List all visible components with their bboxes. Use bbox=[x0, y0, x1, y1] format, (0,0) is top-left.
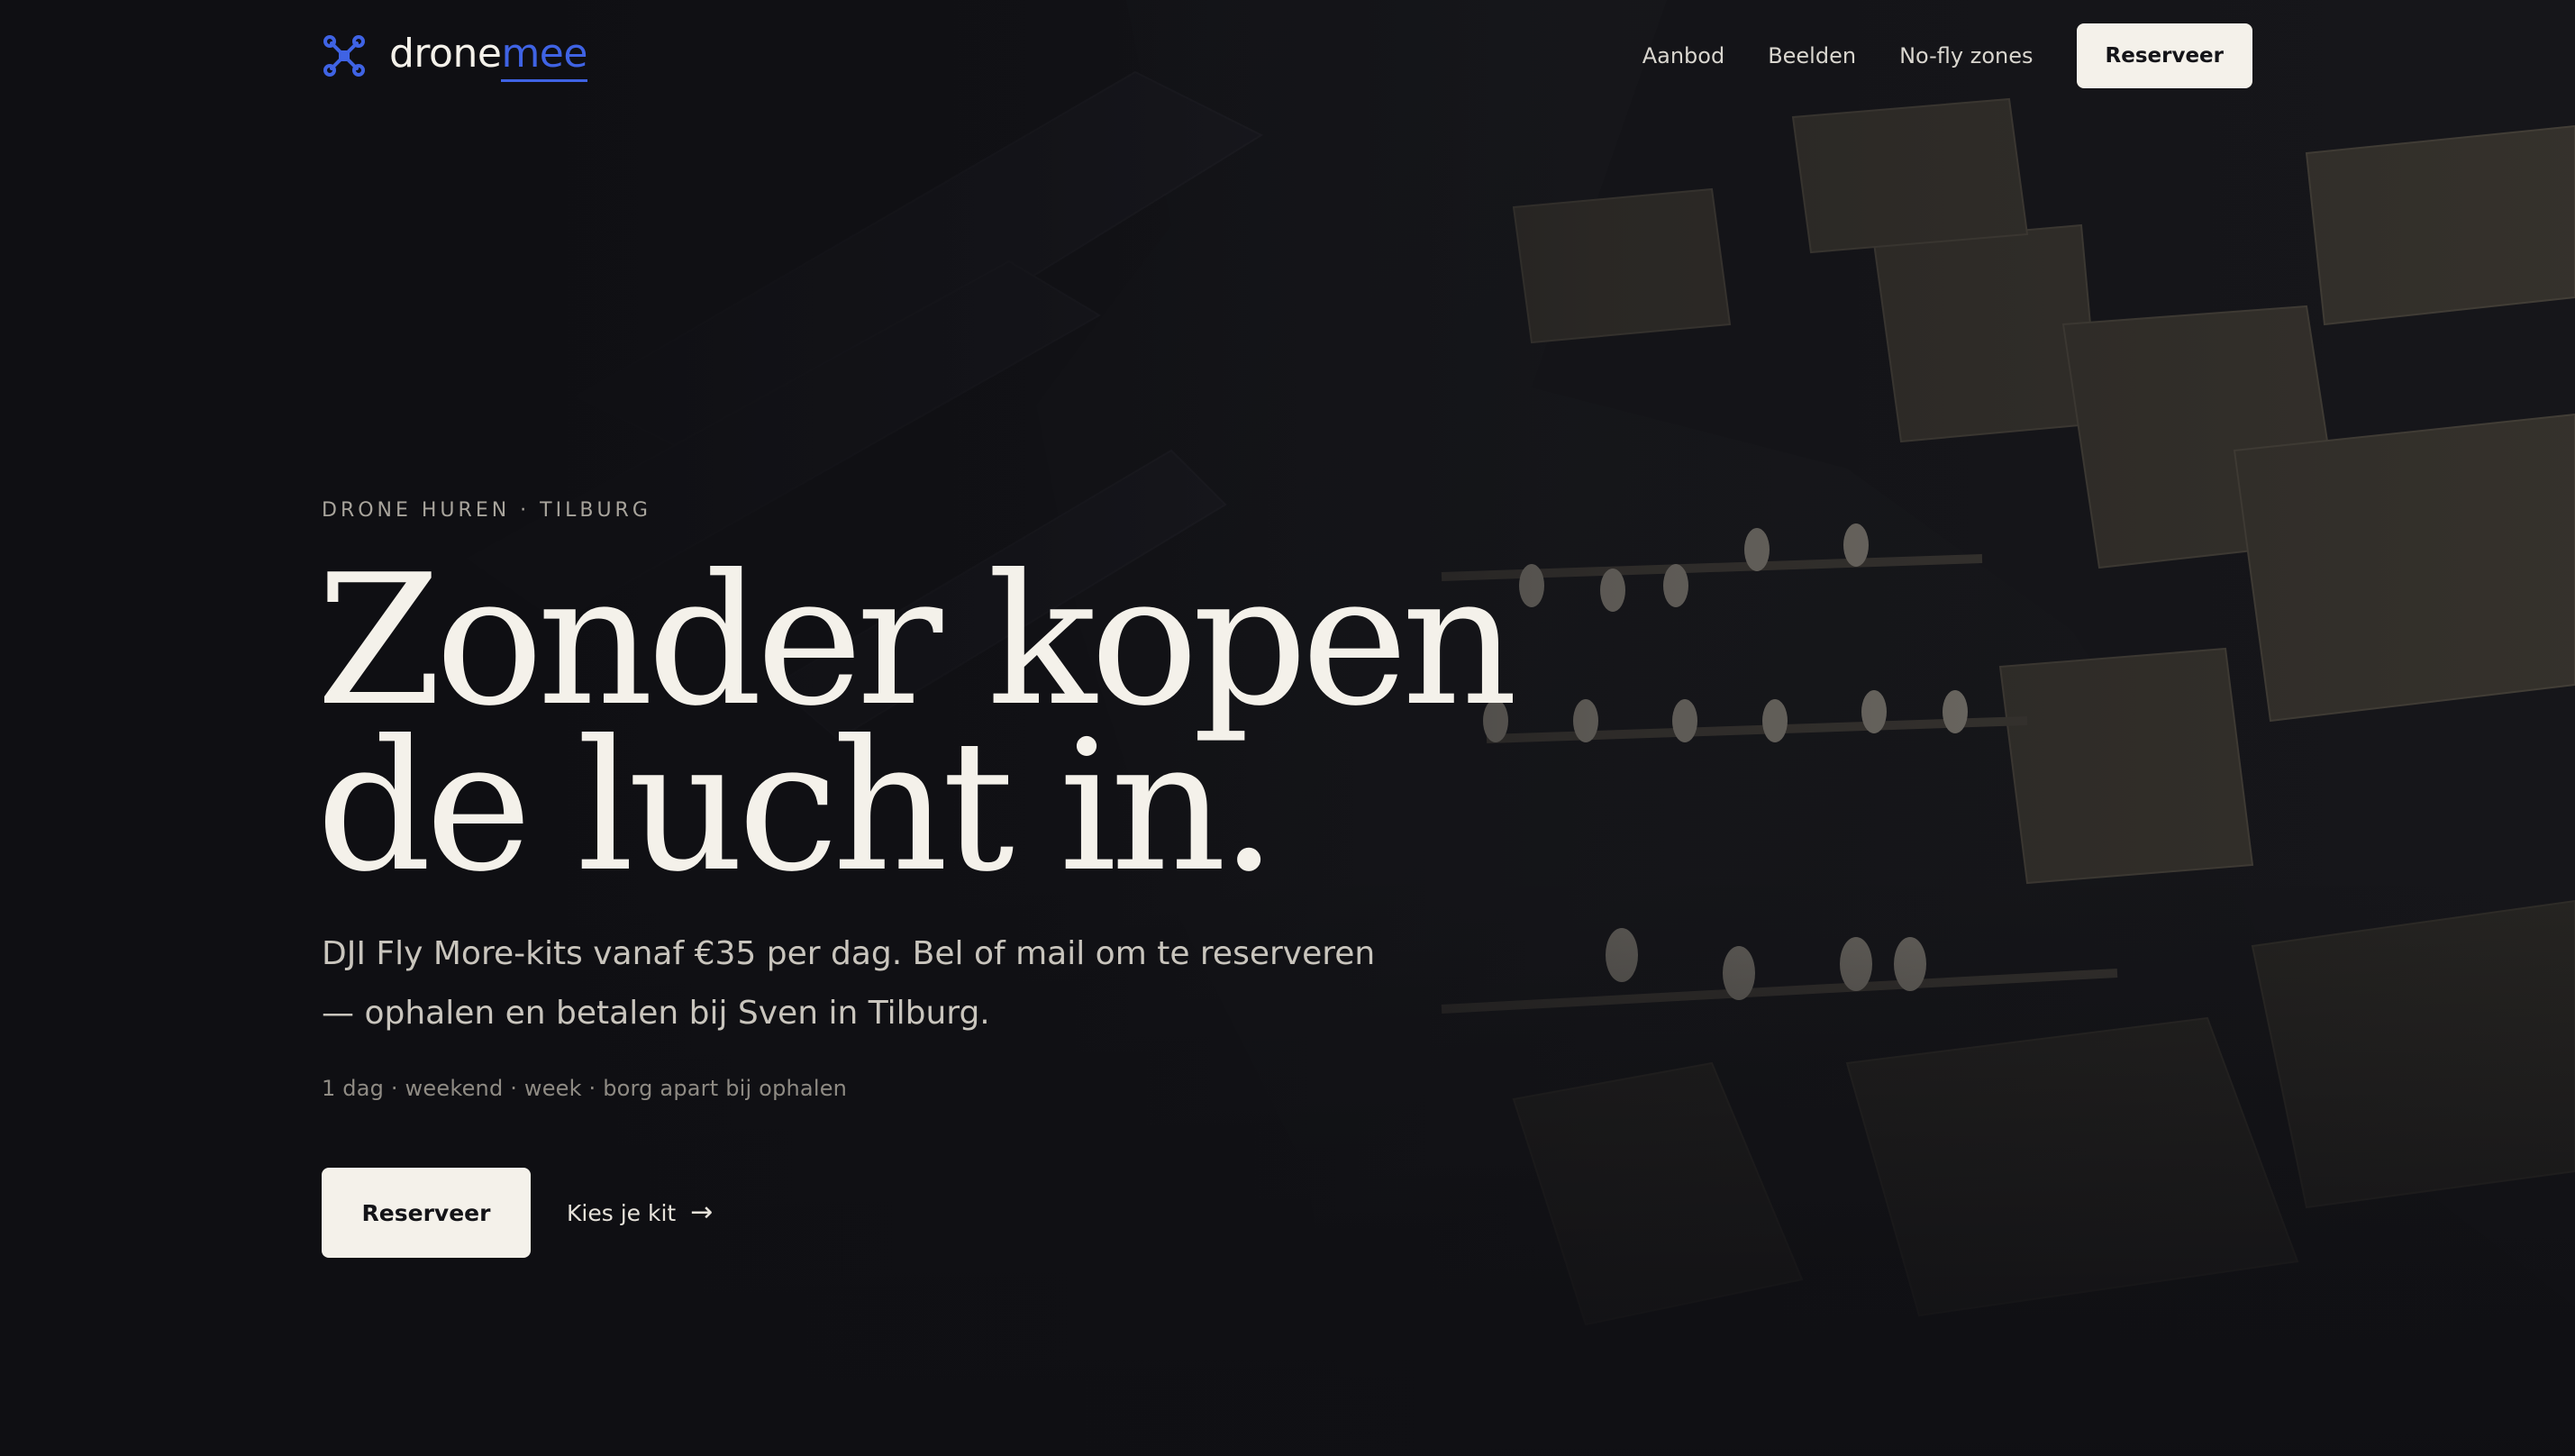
hero-headline-line-1: Zonder kopen bbox=[316, 536, 1518, 746]
brand-name-primary: drone bbox=[389, 31, 502, 77]
nav-link-beelden[interactable]: Beelden bbox=[1768, 43, 1856, 68]
hero-section: DRONE HUREN · TILBURG Zonder kopen de lu… bbox=[316, 499, 1763, 1258]
hero-rental-periods: 1 dag · weekend · week · borg apart bij … bbox=[322, 1076, 848, 1101]
nav-reserve-button[interactable]: Reserveer bbox=[2076, 23, 2252, 88]
main-nav: Aanbod Beelden No-fly zones Reserveer bbox=[1642, 23, 2252, 88]
hero-eyebrow: DRONE HUREN · TILBURG bbox=[322, 499, 651, 522]
site-header: dronemee Aanbod Beelden No-fly zones Res… bbox=[0, 0, 2575, 112]
hero-subtitle: DJI Fly More-kits vanaf €35 per dag. Bel… bbox=[322, 935, 1376, 1032]
brand-name: dronemee bbox=[389, 31, 587, 82]
hero-headline-line-2: de lucht in. bbox=[316, 702, 1278, 912]
nav-link-no-fly-zones[interactable]: No-fly zones bbox=[1899, 43, 2033, 68]
arrow-right-icon: → bbox=[690, 1196, 714, 1228]
page: dronemee Aanbod Beelden No-fly zones Res… bbox=[0, 0, 2575, 1456]
hero-headline: Zonder kopen de lucht in. bbox=[316, 536, 1763, 912]
choose-kit-label: Kies je kit bbox=[567, 1199, 677, 1226]
hero-reserve-button[interactable]: Reserveer bbox=[322, 1168, 531, 1258]
brand-name-accent: mee bbox=[501, 31, 587, 82]
hero-actions: Reserveer Kies je kit → bbox=[322, 1168, 1763, 1258]
nav-link-aanbod[interactable]: Aanbod bbox=[1642, 43, 1725, 68]
choose-kit-link[interactable]: Kies je kit → bbox=[567, 1197, 713, 1229]
brand-logo[interactable]: dronemee bbox=[323, 27, 587, 85]
drone-icon bbox=[323, 35, 365, 77]
